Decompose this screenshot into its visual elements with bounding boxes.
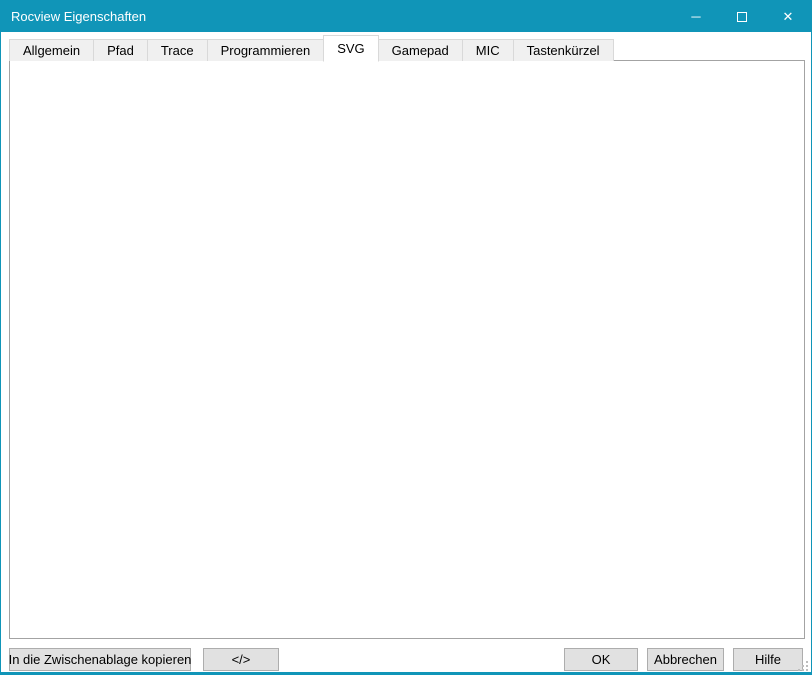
tab-programmieren[interactable]: Programmieren — [207, 39, 325, 61]
help-button[interactable]: Hilfe — [733, 648, 803, 671]
close-button[interactable]: ✕ — [765, 1, 811, 32]
tab-label: Trace — [161, 43, 194, 58]
window-controls: ─ ✕ — [673, 1, 811, 32]
minimize-button[interactable]: ─ — [673, 1, 719, 32]
code-view-button[interactable]: </> — [203, 648, 279, 671]
tab-mic[interactable]: MIC — [462, 39, 514, 61]
tab-allgemein[interactable]: Allgemein — [9, 39, 94, 61]
tab-label: MIC — [476, 43, 500, 58]
tab-strip: Allgemein Pfad Trace Programmieren SVG G… — [9, 34, 614, 61]
maximize-button[interactable] — [719, 1, 765, 32]
tab-label: Pfad — [107, 43, 134, 58]
tab-label: Gamepad — [392, 43, 449, 58]
ok-button[interactable]: OK — [564, 648, 638, 671]
tab-label: Tastenkürzel — [527, 43, 600, 58]
maximize-icon — [737, 12, 747, 22]
tab-label: Programmieren — [221, 43, 311, 58]
titlebar: Rocview Eigenschaften ─ ✕ — [1, 1, 811, 32]
window-title: Rocview Eigenschaften — [1, 9, 673, 24]
tab-label: Allgemein — [23, 43, 80, 58]
tab-label: SVG — [337, 41, 364, 56]
cancel-button[interactable]: Abbrechen — [647, 648, 724, 671]
tab-gamepad[interactable]: Gamepad — [378, 39, 463, 61]
minimize-icon: ─ — [691, 9, 700, 24]
resize-grip-icon[interactable] — [798, 661, 808, 671]
svg-tab-panel — [9, 60, 805, 639]
close-icon: ✕ — [783, 9, 794, 25]
rocview-properties-dialog: Rocview Eigenschaften ─ ✕ Allgemein Pfad… — [0, 0, 812, 675]
tab-svg[interactable]: SVG — [323, 35, 378, 62]
tab-pfad[interactable]: Pfad — [93, 39, 148, 61]
tab-tastenkuerzel[interactable]: Tastenkürzel — [513, 39, 614, 61]
tab-trace[interactable]: Trace — [147, 39, 208, 61]
copy-to-clipboard-button[interactable]: In die Zwischenablage kopieren — [9, 648, 191, 671]
